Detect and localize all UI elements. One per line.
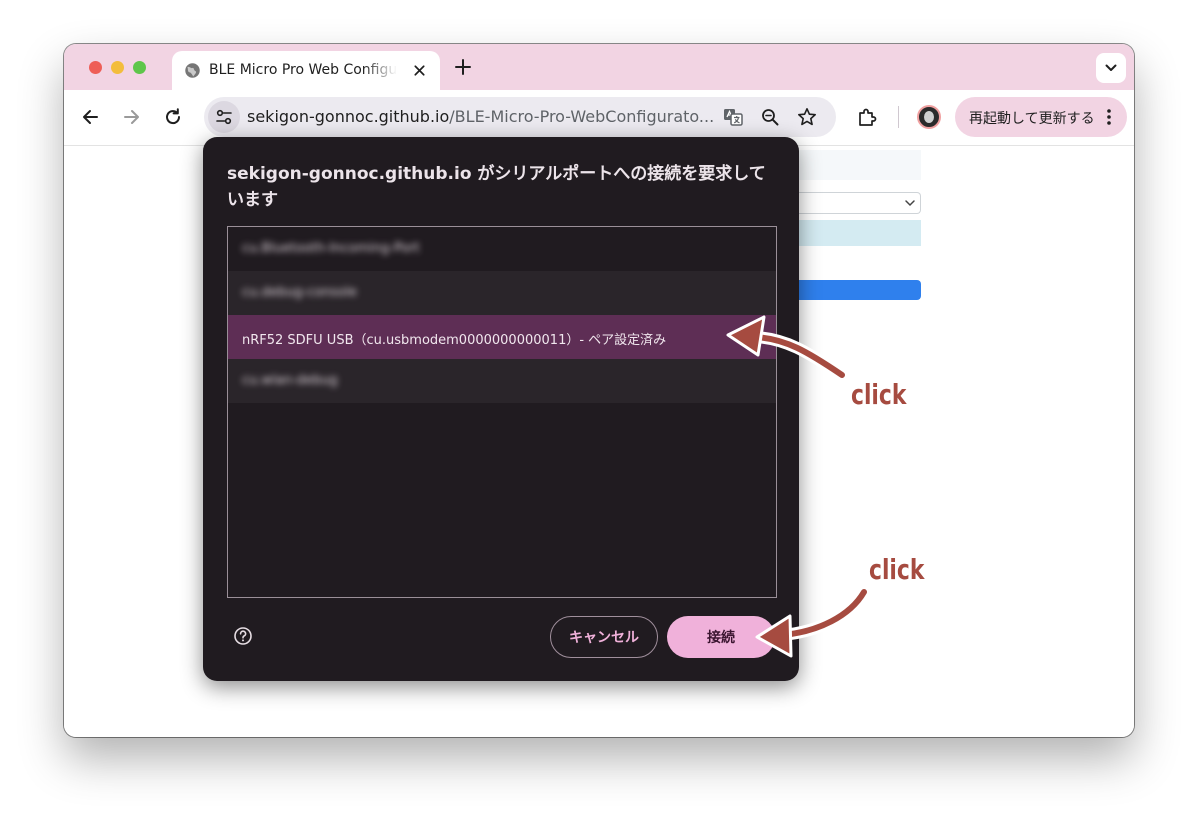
device-label: nRF52 SDFU USB（cu.usbmodem0000000000011）… <box>242 333 667 348</box>
reload-icon[interactable] <box>162 106 184 128</box>
device-row[interactable]: cu.Bluetooth-Incoming-Port <box>228 227 776 271</box>
url-path: /BLE-Micro-Pro-WebConfigurato... <box>449 107 713 126</box>
device-row[interactable]: cu.wlan-debug <box>228 359 776 403</box>
extensions-icon[interactable] <box>856 106 878 128</box>
chevron-down-icon <box>1105 64 1117 71</box>
close-tab-icon[interactable] <box>412 63 427 78</box>
back-icon[interactable] <box>79 106 101 128</box>
close-window-button[interactable] <box>89 61 102 74</box>
device-list[interactable]: cu.Bluetooth-Incoming-Port cu.debug-cons… <box>227 226 777 598</box>
address-bar[interactable]: sekigon-gonnoc.github.io/BLE-Micro-Pro-W… <box>204 97 836 137</box>
device-row[interactable]: cu.debug-console <box>228 271 776 315</box>
zoom-icon[interactable] <box>759 106 781 128</box>
background-primary-button[interactable] <box>799 280 921 300</box>
device-row-selected[interactable]: nRF52 SDFU USB（cu.usbmodem0000000000011）… <box>228 315 776 359</box>
tab-strip: BLE Micro Pro Web Configurator <box>64 44 1134 90</box>
dialog-title: sekigon-gonnoc.github.io がシリアルポートへの接続を要求… <box>227 164 766 210</box>
toolbar-separator <box>898 106 899 128</box>
url-host: sekigon-gonnoc.github.io <box>247 107 450 126</box>
annotation-click-connect: click <box>869 553 925 586</box>
background-info-panel <box>799 220 921 246</box>
restart-to-update-button[interactable]: 再起動して更新する <box>955 97 1127 137</box>
tab-title: BLE Micro Pro Web Configurator <box>209 62 397 78</box>
annotation-click-device: click <box>851 378 907 411</box>
device-label: cu.Bluetooth-Incoming-Port <box>242 241 420 256</box>
translate-icon[interactable] <box>722 106 744 128</box>
forward-icon[interactable] <box>121 106 143 128</box>
tab-search-button[interactable] <box>1096 53 1126 83</box>
device-label: cu.debug-console <box>242 285 357 300</box>
device-label: cu.wlan-debug <box>242 373 338 388</box>
cancel-label: キャンセル <box>569 630 639 646</box>
connect-label: 接続 <box>707 630 735 646</box>
background-select[interactable] <box>799 192 921 214</box>
help-icon[interactable] <box>233 626 253 646</box>
bookmark-star-icon[interactable] <box>796 106 818 128</box>
more-options-icon[interactable] <box>1106 108 1112 126</box>
chevron-down-icon <box>905 200 915 207</box>
minimize-window-button[interactable] <box>111 61 124 74</box>
connect-button[interactable]: 接続 <box>667 616 775 658</box>
url-text[interactable]: sekigon-gonnoc.github.io/BLE-Micro-Pro-W… <box>247 107 713 127</box>
tab-ble-micro-pro[interactable]: BLE Micro Pro Web Configurator <box>172 51 440 90</box>
cancel-button[interactable]: キャンセル <box>550 616 658 658</box>
new-tab-icon[interactable] <box>453 57 473 77</box>
tune-icon <box>216 109 232 125</box>
restart-label: 再起動して更新する <box>969 111 1095 127</box>
background-field <box>799 150 921 180</box>
profile-avatar[interactable] <box>917 105 941 129</box>
zoom-window-button[interactable] <box>133 61 146 74</box>
serial-port-chooser-dialog: sekigon-gonnoc.github.io がシリアルポートへの接続を要求… <box>203 137 799 681</box>
globe-icon <box>185 63 200 78</box>
site-info-button[interactable] <box>208 101 240 133</box>
